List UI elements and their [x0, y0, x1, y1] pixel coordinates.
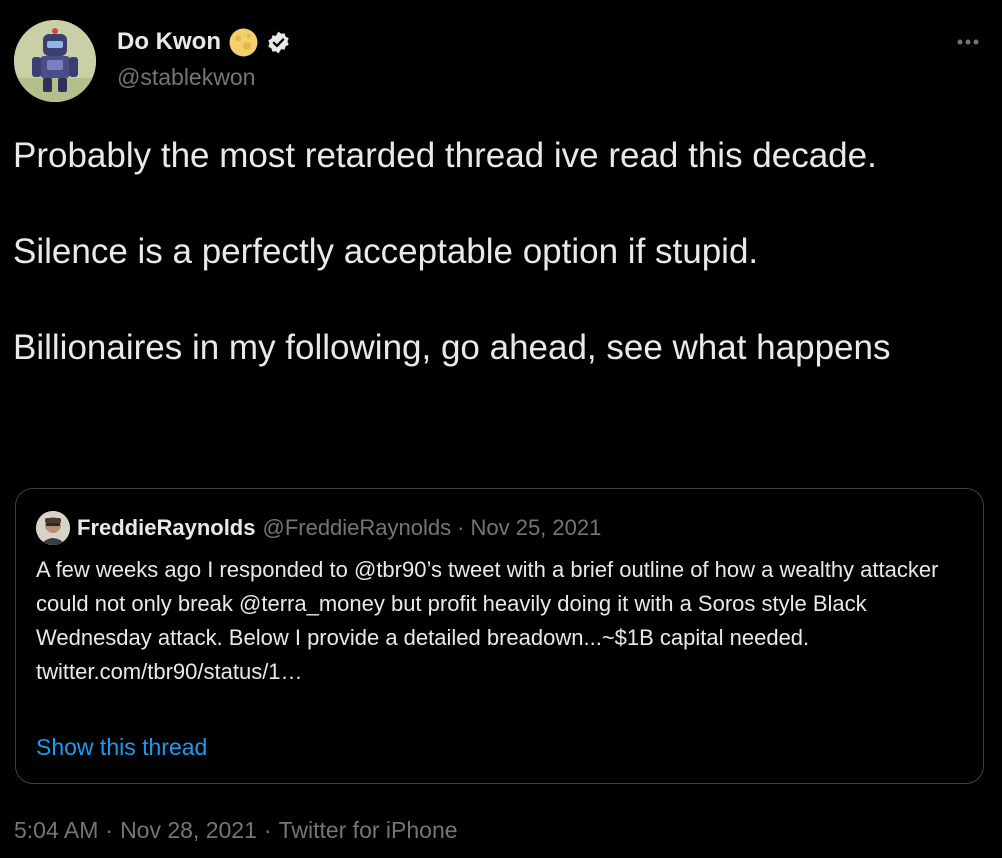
author-name-row: Do Kwon	[117, 27, 291, 57]
quoted-author-avatar	[36, 511, 70, 545]
tweet-source[interactable]: Twitter for iPhone	[279, 817, 458, 843]
author-name[interactable]: Do Kwon	[117, 27, 221, 57]
quoted-tweet-body: A few weeks ago I responded to @tbr90’s …	[36, 557, 939, 650]
author-avatar[interactable]	[14, 20, 96, 102]
quoted-tweet-card[interactable]: FreddieRaynolds @FreddieRaynolds · Nov 2…	[15, 488, 984, 784]
quoted-author-name: FreddieRaynolds	[77, 515, 256, 540]
author-handle[interactable]: @stablekwon	[117, 63, 255, 91]
robot-avatar-icon	[14, 20, 96, 102]
tweet-line: Probably the most retarded thread ive re…	[13, 136, 877, 175]
quoted-tweet-text: A few weeks ago I responded to @tbr90’s …	[36, 553, 956, 689]
separator-dot: ·	[105, 817, 114, 843]
tweet-date[interactable]: Nov 28, 2021	[120, 817, 257, 843]
tweet-time[interactable]: 5:04 AM	[14, 817, 98, 843]
tweet-meta: 5:04 AM · Nov 28, 2021 · Twitter for iPhone	[14, 815, 458, 845]
quoted-tweet-header: FreddieRaynolds @FreddieRaynolds · Nov 2…	[36, 511, 601, 545]
tweet-line: Billionaires in my following, go ahead, …	[13, 328, 891, 367]
tweet: Do Kwon @stablekwon Probably the most re…	[0, 0, 1002, 858]
separator-dot: ·	[263, 817, 272, 843]
quoted-tweet-link[interactable]: twitter.com/tbr90/status/1…	[36, 659, 303, 684]
tweet-text: Probably the most retarded thread ive re…	[13, 132, 973, 372]
full-moon-icon	[229, 28, 258, 57]
quoted-tweet-date: Nov 25, 2021	[470, 515, 602, 540]
show-thread-link[interactable]: Show this thread	[36, 732, 207, 762]
separator-dot: ·	[457, 515, 465, 540]
verified-badge-icon	[266, 30, 291, 55]
tweet-line: Silence is a perfectly acceptable option…	[13, 232, 759, 271]
more-options-icon[interactable]	[950, 30, 986, 54]
quoted-author-handle: @FreddieRaynolds	[262, 515, 452, 540]
person-avatar-icon	[36, 511, 70, 545]
